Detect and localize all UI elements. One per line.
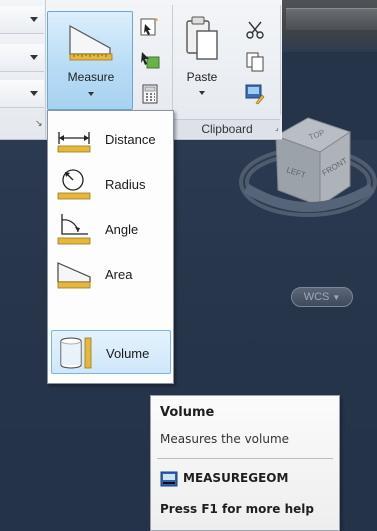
menu-item-label: Radius <box>105 177 146 192</box>
calculator-icon[interactable] <box>139 83 161 105</box>
menu-item-label: Distance <box>105 132 156 147</box>
chevron-down-icon: ▼ <box>332 293 341 302</box>
layer-dropdown-3[interactable] <box>0 80 44 108</box>
panel-corner-icon: ⌟ <box>275 123 279 132</box>
menu-item-label: Volume <box>106 346 150 361</box>
measure-button[interactable]: Measure <box>47 11 133 110</box>
menu-item-angle[interactable]: Angle <box>51 207 171 251</box>
paste-button[interactable]: Paste <box>177 15 227 95</box>
panel-launcher-icon[interactable]: ↘ <box>35 118 43 129</box>
chevron-down-icon <box>199 91 205 95</box>
tooltip-title: Volume <box>160 405 215 420</box>
command-line-icon <box>160 471 178 487</box>
layer-dropdown-2[interactable] <box>0 44 44 72</box>
area-icon <box>57 262 91 289</box>
tooltip-divider <box>157 458 333 459</box>
quick-select-icon[interactable] <box>139 17 161 39</box>
paste-label: Paste <box>186 70 218 84</box>
clipboard-icon <box>186 16 218 60</box>
command-tooltip: Volume Measures the volume MEASUREGEOM P… <box>150 395 340 531</box>
menu-item-radius[interactable]: Radius <box>51 162 171 206</box>
radius-icon <box>57 169 91 200</box>
tooltip-command-name: MEASUREGEOM <box>183 471 289 485</box>
match-properties-icon[interactable] <box>244 83 266 105</box>
panel-separator <box>172 5 173 115</box>
menu-item-label: Angle <box>105 222 139 237</box>
tooltip-description: Measures the volume <box>160 432 290 446</box>
wcs-menu-button[interactable]: WCS ▼ <box>291 287 353 307</box>
chevron-down-icon <box>30 91 38 96</box>
menu-item-distance[interactable]: Distance <box>51 117 171 161</box>
chevron-down-icon <box>30 55 38 60</box>
volume-icon <box>60 337 92 369</box>
wcs-label: WCS <box>303 291 330 303</box>
clipboard-panel-label: Clipboard <box>174 119 280 138</box>
select-similar-icon[interactable] <box>139 49 161 71</box>
menu-item-area[interactable]: Area <box>51 252 171 296</box>
menu-item-label: Area <box>105 267 133 282</box>
cut-icon[interactable] <box>244 19 266 41</box>
window-titlebar <box>282 0 377 52</box>
layer-dropdown-1[interactable] <box>0 6 44 34</box>
distance-icon <box>57 132 91 153</box>
menu-item-volume[interactable]: Volume <box>51 330 171 374</box>
chevron-down-icon <box>88 92 94 96</box>
measure-label: Measure <box>67 70 115 84</box>
chevron-down-icon <box>30 17 38 22</box>
tooltip-help-text: Press F1 for more help <box>160 502 314 516</box>
measure-dropdown-menu: Distance Radius Angle Area Volume <box>47 110 174 384</box>
copy-icon[interactable] <box>244 51 266 73</box>
ribbon-left-column: ↘ <box>0 0 46 140</box>
measure-area-icon <box>69 24 113 61</box>
panel-separator <box>280 5 281 115</box>
angle-icon <box>57 214 91 245</box>
